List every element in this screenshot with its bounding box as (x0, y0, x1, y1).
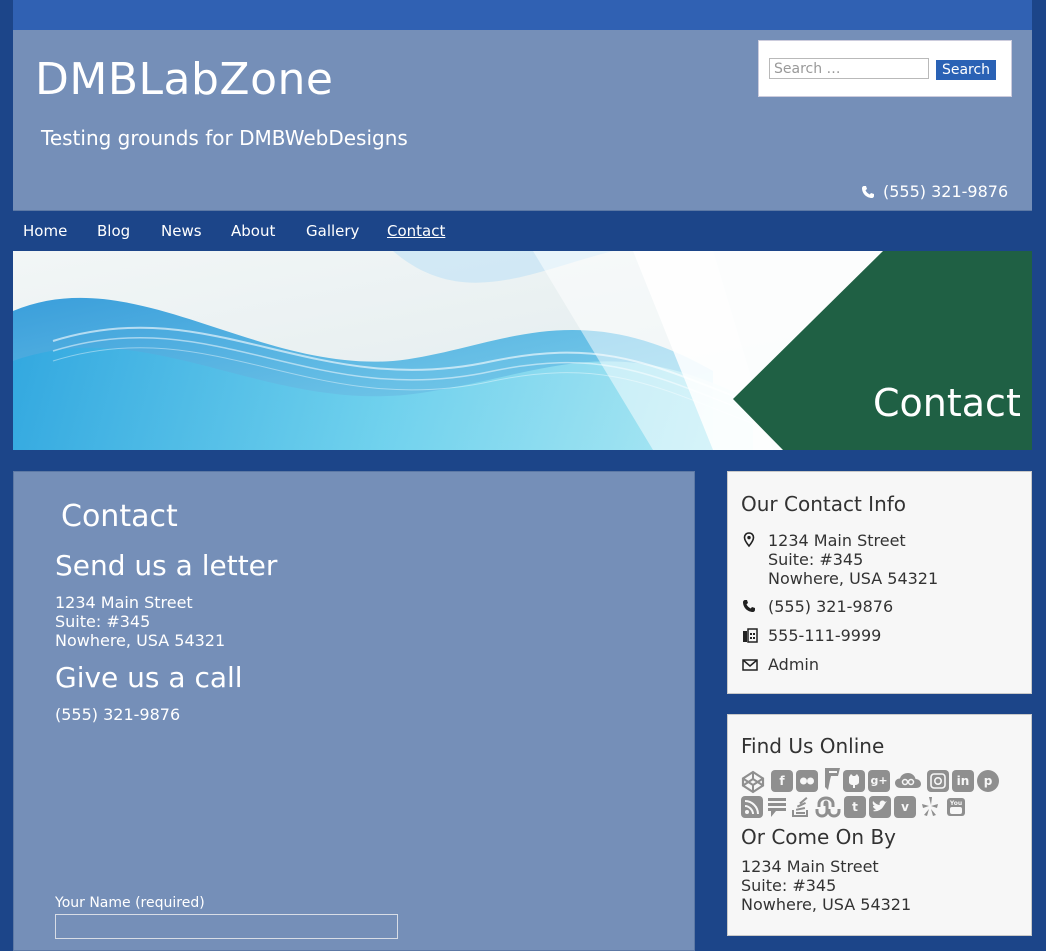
nav-item-gallery[interactable]: Gallery (306, 222, 359, 240)
phone-icon (861, 184, 875, 203)
comments-icon[interactable] (766, 796, 788, 818)
map-marker-icon (741, 532, 761, 550)
svg-text:You: You (949, 800, 962, 807)
address-line: Suite: #345 (741, 876, 837, 895)
come-by-title: Or Come On By (741, 825, 896, 849)
mailing-address: 1234 Main Street Suite: #345 Nowhere, US… (55, 593, 225, 650)
rss-icon[interactable] (741, 796, 763, 818)
contact-phone-text: (555) 321-9876 (768, 597, 894, 616)
widget-title: Our Contact Info (741, 492, 907, 516)
page-banner: Contact (13, 251, 1032, 450)
address-line: 1234 Main Street (768, 531, 906, 550)
name-field-label: Your Name (required) (55, 895, 205, 911)
contact-fax-text: 555-111-9999 (768, 626, 882, 645)
address-line: Suite: #345 (55, 612, 151, 631)
find-us-widget: Find Us Online f g+ in p t v You Or Come… (727, 714, 1032, 936)
tumblr-icon[interactable]: t (844, 796, 866, 818)
address-line: 1234 Main Street (55, 593, 193, 612)
contact-email-link: Admin (768, 655, 819, 674)
pinterest-icon[interactable]: p (977, 770, 999, 792)
nav-item-blog[interactable]: Blog (97, 222, 130, 240)
address-line: Nowhere, USA 54321 (55, 631, 226, 650)
youtube-icon[interactable]: You (945, 796, 967, 818)
site-header: DMBLabZone Testing grounds for DMBWebDes… (13, 30, 1032, 211)
banner-title: Contact (873, 381, 1021, 425)
codepen-icon[interactable] (741, 770, 765, 794)
phone-icon (741, 598, 761, 616)
fax-icon (741, 627, 761, 645)
search-input[interactable] (769, 58, 929, 79)
nav-item-contact[interactable]: Contact (387, 222, 445, 240)
nav-item-home[interactable]: Home (23, 222, 67, 240)
contact-info-widget: Our Contact Info 1234 Main Street Suite:… (727, 471, 1032, 694)
nav-item-about[interactable]: About (231, 222, 275, 240)
main-content: Contact Send us a letter 1234 Main Stree… (13, 471, 695, 951)
stackoverflow-icon[interactable] (790, 796, 812, 818)
flickr-icon[interactable] (796, 770, 818, 792)
nav-item-news[interactable]: News (161, 222, 202, 240)
twitter-icon[interactable] (869, 796, 891, 818)
header-phone[interactable]: (555) 321-9876 (861, 182, 1008, 203)
stumbleupon-icon[interactable] (815, 796, 841, 818)
linkedin-icon[interactable]: in (952, 770, 974, 792)
search-button[interactable]: Search (936, 60, 996, 80)
top-bar (13, 0, 1032, 30)
facebook-icon[interactable]: f (771, 770, 793, 792)
cloud-icon[interactable] (894, 770, 922, 792)
letter-heading: Send us a letter (55, 549, 278, 582)
page-title: Contact (61, 499, 178, 534)
vimeo-icon[interactable]: v (894, 796, 916, 818)
google-plus-icon[interactable]: g+ (868, 770, 890, 792)
instagram-icon[interactable] (927, 770, 949, 792)
address-line: Nowhere, USA 54321 (741, 895, 912, 914)
call-heading: Give us a call (55, 661, 243, 694)
github-icon[interactable] (843, 770, 865, 792)
search-form: Search (758, 40, 1012, 97)
address-line: Suite: #345 (768, 550, 864, 569)
site-tagline: Testing grounds for DMBWebDesigns (41, 126, 408, 150)
come-by-address: 1234 Main Street Suite: #345 Nowhere, US… (741, 857, 911, 914)
header-phone-number: (555) 321-9876 (883, 182, 1009, 201)
name-field[interactable] (55, 914, 398, 939)
contact-phone[interactable]: (555) 321-9876 (55, 705, 180, 724)
foursquare-icon[interactable] (821, 767, 843, 790)
envelope-icon (741, 656, 761, 674)
widget-title: Find Us Online (741, 734, 885, 758)
site-title[interactable]: DMBLabZone (35, 54, 333, 105)
yelp-icon[interactable] (919, 796, 941, 818)
address-line: 1234 Main Street (741, 857, 879, 876)
address-line: Nowhere, USA 54321 (768, 569, 939, 588)
main-nav: Home Blog News About Gallery Contact (13, 210, 1032, 251)
